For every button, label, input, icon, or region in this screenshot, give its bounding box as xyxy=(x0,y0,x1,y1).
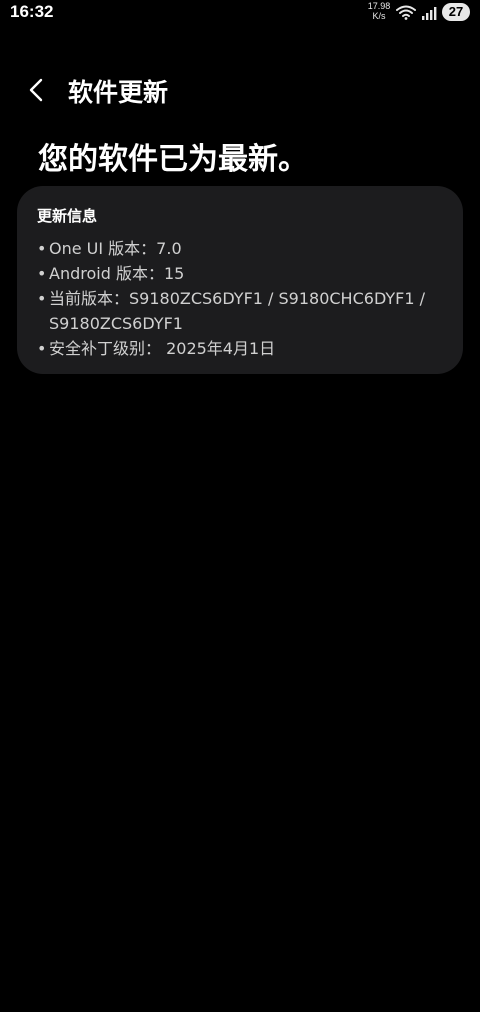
status-time: 16:32 xyxy=(10,2,54,21)
bullet: • xyxy=(37,239,47,258)
info-item-current-version: • 当前版本：S9180ZCS6DYF1 / S9180CHC6DYF1 / S… xyxy=(37,286,447,336)
battery-level: 27 xyxy=(442,3,470,21)
bullet: • xyxy=(37,339,47,358)
bullet: • xyxy=(37,289,47,308)
status-bar: 16:32 17.98 K/s 27 xyxy=(0,0,480,26)
update-info-list: • One UI 版本：7.0 • Android 版本：15 • 当前版本：S… xyxy=(37,236,447,361)
network-speed-value: 17.98 xyxy=(367,1,391,11)
info-item-text: One UI 版本：7.0 xyxy=(49,239,182,258)
info-item-text: 安全补丁级别： 2025年4月1日 xyxy=(49,339,276,358)
page-title: 软件更新 xyxy=(68,78,169,107)
network-speed-unit: K/s xyxy=(372,11,386,21)
wifi-icon xyxy=(396,4,416,20)
update-info-card: 更新信息 • One UI 版本：7.0 • Android 版本：15 • 当… xyxy=(17,186,463,374)
card-heading: 更新信息 xyxy=(37,207,98,225)
info-item-text: Android 版本：15 xyxy=(49,264,185,283)
app-header: 软件更新 xyxy=(0,66,480,114)
status-headline: 您的软件已为最新。 xyxy=(38,142,308,177)
bullet: • xyxy=(37,264,47,283)
signal-icon xyxy=(421,5,437,20)
network-speed: 17.98 K/s xyxy=(366,1,392,21)
chevron-left-icon xyxy=(29,78,43,102)
info-item-text: 当前版本：S9180ZCS6DYF1 / S9180CHC6DYF1 / S91… xyxy=(49,289,426,333)
back-button[interactable] xyxy=(20,72,54,106)
info-item-android-version: • Android 版本：15 xyxy=(37,261,447,286)
info-item-oneui-version: • One UI 版本：7.0 xyxy=(37,236,447,261)
info-item-security-patch: • 安全补丁级别： 2025年4月1日 xyxy=(37,336,447,361)
